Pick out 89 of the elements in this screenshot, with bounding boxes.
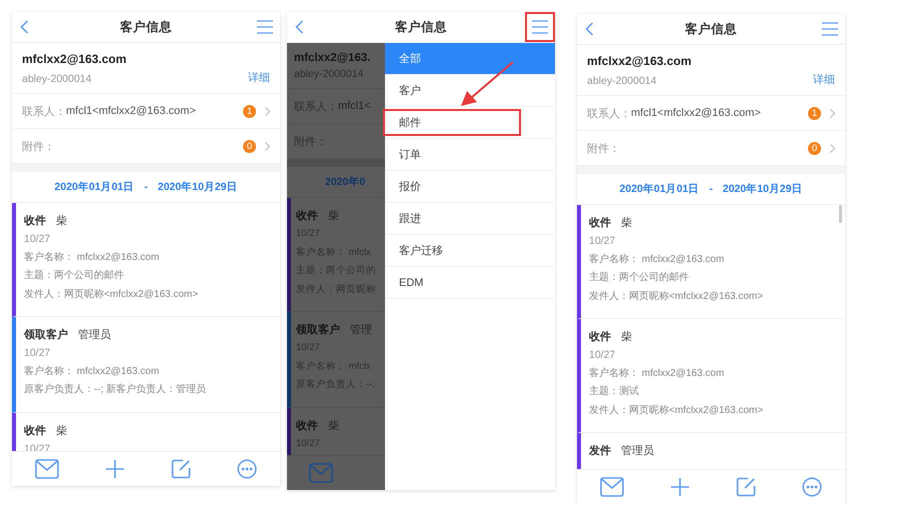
count-badge: 0 bbox=[808, 142, 821, 154]
timeline-card[interactable]: 收件 柴 10/27 客户名称： mfclxx2@163.com 主题：测试 发件人：网页昵称<mfclxx2@163.com> bbox=[577, 319, 845, 433]
customer-id: abley-2000014 bbox=[22, 73, 92, 85]
event-detail: 主题：两个公司的邮件 bbox=[589, 270, 690, 285]
event-date: 10/27 bbox=[589, 234, 616, 249]
menu-item[interactable]: 全部 bbox=[385, 43, 555, 75]
event-detail: 主题：两个公司的邮件 bbox=[24, 268, 125, 283]
plus-icon[interactable] bbox=[105, 459, 125, 479]
event-type: 收件 bbox=[589, 330, 611, 345]
event-detail: 发件人：网页昵称<mfclxx2@163.com> bbox=[589, 290, 764, 304]
menu-button[interactable] bbox=[525, 12, 555, 42]
event-detail: 主题：测试 bbox=[589, 384, 640, 399]
event-detail: 客户名称： mfclxx2@163.com bbox=[589, 252, 726, 266]
event-detail: 客户名称： mfclxx2@163.com bbox=[589, 366, 726, 380]
menu-item[interactable]: EDM bbox=[385, 267, 555, 299]
page-title: 客户信息 bbox=[120, 20, 172, 34]
event-person: 柴 bbox=[56, 424, 67, 438]
event-type: 收件 bbox=[296, 209, 318, 224]
event-person: 管理员 bbox=[621, 444, 654, 459]
back-icon[interactable] bbox=[295, 20, 304, 34]
event-detail: 客户名称： mfclxx2@163.com bbox=[24, 250, 160, 264]
event-type: 收件 bbox=[296, 418, 318, 434]
edit-icon[interactable] bbox=[736, 477, 756, 497]
scrollbar-thumb[interactable] bbox=[839, 205, 842, 223]
event-person: 柴 bbox=[621, 330, 632, 345]
event-type: 收件 bbox=[589, 216, 611, 231]
event-detail: 原客户负责人：--; 新客户负责人：管理员 bbox=[24, 382, 208, 397]
plus-icon[interactable] bbox=[670, 477, 690, 497]
attachment-label: 附件： bbox=[22, 140, 55, 154]
contact-value: mfcl1<mfclxx2@163.com> bbox=[631, 107, 761, 119]
chevron-right-icon bbox=[265, 106, 270, 116]
back-icon[interactable] bbox=[585, 22, 594, 36]
start-date[interactable]: 2020年01月01日 bbox=[54, 180, 134, 194]
event-person: 柴 bbox=[328, 208, 339, 224]
event-type: 发件 bbox=[589, 444, 611, 459]
count-badge: 0 bbox=[243, 140, 256, 152]
event-type: 领取客户 bbox=[24, 328, 68, 343]
chevron-right-icon bbox=[830, 144, 835, 152]
event-person: 柴 bbox=[56, 214, 67, 229]
event-date: 10/27 bbox=[24, 346, 52, 361]
date-separator: - bbox=[709, 183, 713, 195]
menu-icon bbox=[532, 20, 548, 34]
contact-value: mfcl1<mfclxx2@163.com> bbox=[66, 105, 196, 117]
start-date[interactable]: 2020年01月01日 bbox=[620, 182, 700, 196]
event-person: 柴 bbox=[621, 216, 632, 231]
count-badge: 1 bbox=[808, 106, 821, 120]
event-detail: 客户名称： mfclxx2@163.com bbox=[24, 364, 160, 378]
end-date[interactable]: 2020年10月29日 bbox=[158, 180, 238, 194]
customer-email: mfclxx2@163.com bbox=[22, 52, 128, 66]
menu-icon bbox=[257, 20, 273, 34]
menu-item[interactable]: 客户迁移 bbox=[385, 235, 555, 267]
event-person: 管理员 bbox=[78, 328, 111, 343]
customer-email: mfclxx2@163.com bbox=[587, 54, 692, 68]
event-type: 领取客户 bbox=[296, 322, 340, 338]
date-separator: - bbox=[144, 181, 148, 193]
attachment-label: 附件： bbox=[587, 142, 620, 156]
page-title: 客户信息 bbox=[685, 22, 737, 36]
menu-item[interactable]: 邮件 bbox=[385, 107, 555, 139]
menu-icon bbox=[822, 22, 838, 36]
end-date[interactable]: 2020年10月29日 bbox=[722, 182, 802, 196]
mail-icon[interactable] bbox=[600, 477, 624, 497]
contact-value: mfcl1< bbox=[338, 100, 371, 112]
menu-item[interactable]: 跟进 bbox=[385, 203, 555, 235]
event-date: 10/27 bbox=[589, 348, 616, 363]
page-title: 客户信息 bbox=[395, 20, 447, 34]
contact-label: 联系人： bbox=[587, 106, 631, 120]
chevron-right-icon bbox=[265, 142, 270, 150]
menu-item[interactable]: 报价 bbox=[385, 171, 555, 203]
event-type: 收件 bbox=[24, 424, 46, 438]
contact-label: 联系人： bbox=[22, 104, 66, 118]
event-person: 管理 bbox=[350, 323, 372, 338]
menu-item[interactable]: 订单 bbox=[385, 139, 555, 171]
event-detail: 发件人：网页昵称<mfclxx2@163.com> bbox=[24, 288, 200, 302]
event-date: 10/27 bbox=[24, 232, 52, 247]
back-icon[interactable] bbox=[20, 20, 29, 34]
event-type: 收件 bbox=[24, 214, 46, 229]
customer-id: abley-2000014 bbox=[587, 75, 656, 87]
more-icon[interactable] bbox=[237, 459, 257, 479]
mail-icon[interactable] bbox=[35, 459, 59, 479]
more-icon[interactable] bbox=[802, 477, 822, 497]
timeline-card[interactable]: 收件 柴 10/27 客户名称： mfclxx2@163.com 主题：两个公司的邮件 发件人：网页昵称<mfclxx2@163.com> bbox=[12, 203, 280, 317]
edit-icon[interactable] bbox=[171, 459, 191, 479]
event-detail: 发件人：网页昵称<mfclxx2@163.com> bbox=[589, 404, 764, 418]
event-person: 柴 bbox=[328, 418, 339, 434]
timeline-card[interactable]: 领取客户 管理员 10/27 客户名称： mfclxx2@163.com 原客户负责人：--; 新客户负责人：管理员 bbox=[12, 317, 280, 412]
timeline-card[interactable]: 收件 柴 10/27 客户名称： mfclxx2@163.com 主题：两个公司的邮件 发件人：网页昵称<mfclxx2@163.com> bbox=[577, 205, 845, 319]
chevron-right-icon bbox=[830, 108, 835, 118]
customer-email: mfclxx2@163. bbox=[294, 52, 372, 64]
count-badge: 1 bbox=[243, 104, 256, 118]
